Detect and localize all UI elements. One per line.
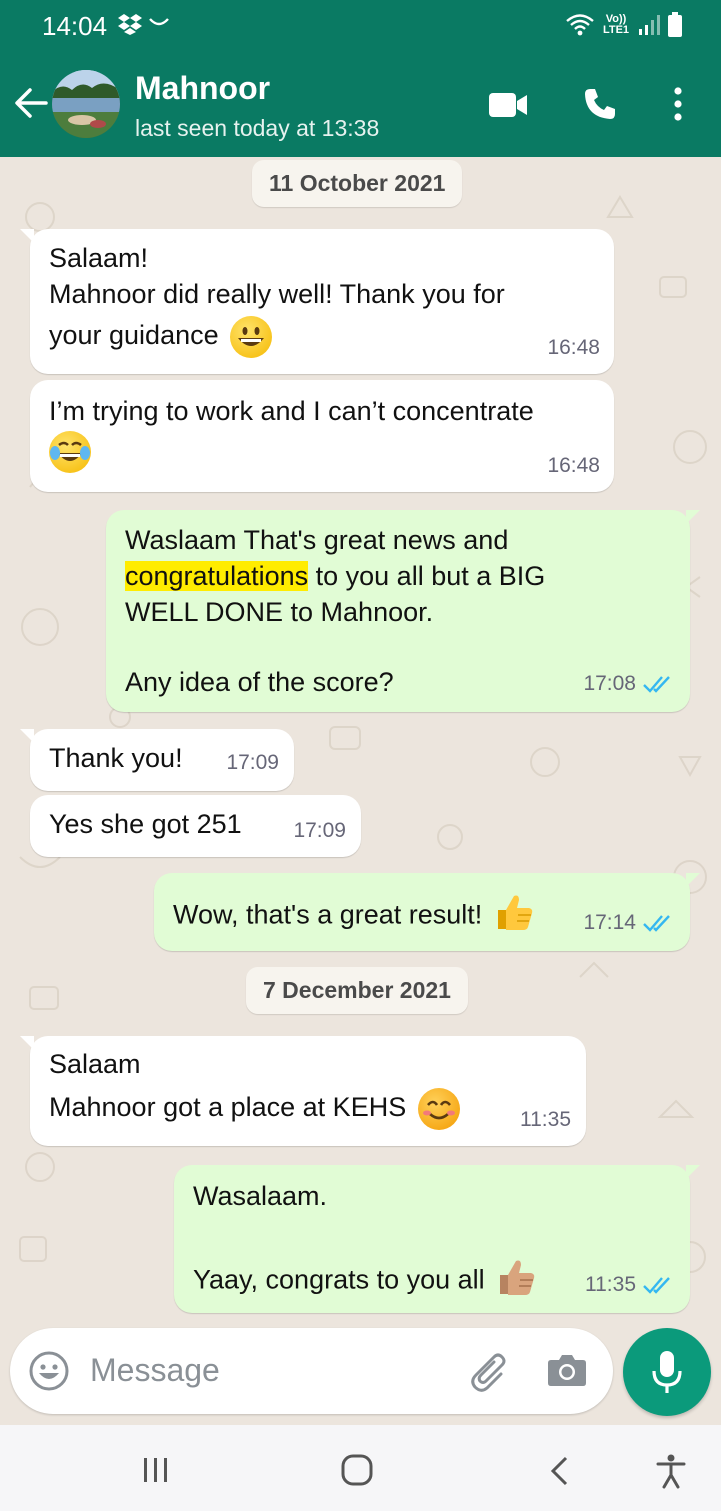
camera-icon[interactable] (547, 1352, 587, 1393)
notification-smile-icon (148, 15, 170, 34)
recent-apps-icon[interactable] (140, 1455, 170, 1490)
outgoing-message[interactable]: Waslaam That's great news and congratula… (106, 510, 700, 712)
accessibility-icon[interactable] (656, 1453, 686, 1494)
date-separator: 7 December 2021 (246, 967, 468, 1014)
video-call-icon[interactable] (488, 91, 528, 124)
message-line: I’m trying to work and I can’t concentra… (49, 396, 534, 426)
contact-avatar[interactable] (52, 70, 120, 138)
incoming-message[interactable]: Salaam! Mahnoor did really well! Thank y… (20, 229, 614, 374)
read-ticks-icon (643, 676, 670, 693)
message-input[interactable]: Message (90, 1352, 220, 1389)
incoming-message[interactable]: I’m trying to work and I can’t concentra… (30, 380, 614, 492)
outgoing-message[interactable]: Wasalaam. Yaay, congrats to you all 11:3… (174, 1165, 700, 1313)
chat-header: Mahnoor last seen today at 13:38 (0, 52, 721, 157)
system-navigation-bar (0, 1425, 721, 1511)
message-line: Salaam! (49, 243, 149, 273)
message-time: 17:14 (583, 905, 674, 941)
date-separator: 11 October 2021 (252, 160, 463, 207)
message-time: 11:35 (520, 1108, 571, 1131)
message-text: Waslaam That's great news and congratula… (125, 522, 545, 700)
last-seen: last seen today at 13:38 (135, 115, 380, 141)
contact-name[interactable]: Mahnoor (135, 70, 270, 107)
message-line: Any idea of the score? (125, 667, 394, 697)
battery-icon (668, 12, 682, 37)
thumbs-up-emoji-icon (494, 891, 536, 942)
message-line: Mahnoor did really well! Thank you for (49, 279, 505, 309)
message-line: Wasalaam. (193, 1181, 328, 1211)
read-ticks-icon (643, 915, 670, 932)
status-icons: Vo)) LTE1 (565, 12, 683, 38)
tears-of-joy-emoji-icon (49, 431, 91, 473)
message-line: Mahnoor got a place at KEHS (49, 1092, 407, 1123)
message-time: 17:08 (583, 666, 674, 702)
message-line: to you all but a BIG (308, 561, 546, 591)
wifi-icon (566, 14, 594, 36)
more-options-icon[interactable] (670, 86, 686, 127)
chat-area[interactable]: 11 October 2021 Salaam! Mahnoor did real… (0, 157, 721, 1425)
microphone-icon (652, 1351, 682, 1393)
back-arrow-icon[interactable] (14, 86, 48, 125)
outgoing-message[interactable]: Wow, that's a great result! 17:14 (154, 873, 700, 951)
network-label: Vo)) LTE1 (602, 13, 630, 36)
voice-call-icon[interactable] (582, 86, 618, 127)
message-text: Yes she got 251 (49, 809, 242, 839)
message-line: WELL DONE to Mahnoor. (125, 597, 434, 627)
smiling-face-emoji-icon (417, 1088, 460, 1130)
status-bar: 14:04 Vo)) LTE1 (0, 0, 721, 52)
home-icon[interactable] (340, 1453, 374, 1492)
message-time: 16:48 (547, 454, 600, 477)
message-time: 17:09 (226, 751, 279, 774)
incoming-message[interactable]: Thank you! 17:09 (20, 729, 294, 791)
read-ticks-icon (643, 1277, 670, 1294)
voice-message-button[interactable] (623, 1328, 711, 1416)
thumbs-up-medium-skin-emoji-icon (496, 1256, 538, 1307)
attach-icon[interactable] (470, 1350, 514, 1397)
message-time: 16:48 (547, 336, 600, 359)
message-text: Salaam Mahnoor got a place at KEHS (49, 1046, 460, 1130)
message-line: your guidance (49, 320, 219, 351)
nav-back-icon[interactable] (548, 1455, 570, 1492)
message-line: Yaay, congrats to you all (193, 1264, 485, 1295)
message-text: Thank you! (49, 743, 183, 773)
dropbox-icon (118, 13, 142, 40)
message-time: 17:09 (293, 819, 346, 842)
highlighted-word: congratulations (125, 561, 309, 591)
message-line: Wow, that's a great result! (173, 899, 483, 930)
message-time: 11:35 (585, 1267, 674, 1303)
message-text: Wasalaam. Yaay, congrats to you all (193, 1178, 538, 1307)
message-line: Waslaam That's great news and (125, 525, 509, 555)
incoming-message[interactable]: Yes she got 251 17:09 (30, 795, 361, 857)
incoming-message[interactable]: Salaam Mahnoor got a place at KEHS 11:35 (20, 1036, 586, 1146)
grinning-face-emoji-icon (230, 316, 273, 358)
signal-icon (639, 15, 660, 35)
message-composer[interactable]: Message (10, 1328, 613, 1414)
message-text: I’m trying to work and I can’t concentra… (49, 393, 534, 473)
message-text: Salaam! Mahnoor did really well! Thank y… (49, 240, 505, 358)
emoji-picker-icon[interactable] (28, 1350, 70, 1397)
message-line: Salaam (49, 1049, 141, 1079)
message-text: Wow, that's a great result! (173, 891, 536, 942)
status-time: 14:04 (42, 11, 108, 41)
